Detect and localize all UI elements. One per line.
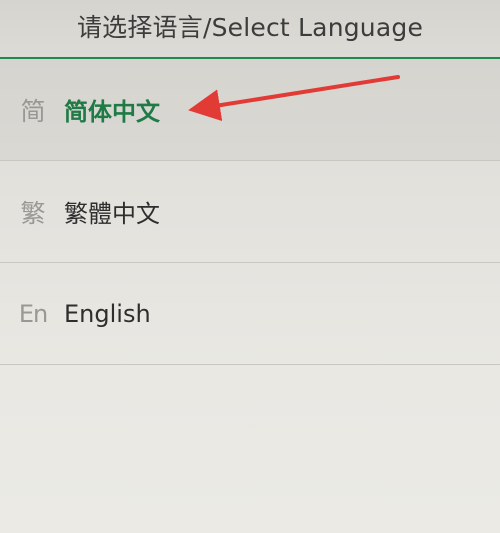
language-list: 简 简体中文 繁 繁體中文 En English [0, 59, 500, 365]
english-icon: En [18, 299, 48, 328]
page-title: 请选择语言/Select Language [76, 12, 424, 42]
language-option-english[interactable]: En English [0, 263, 500, 365]
language-label: 繁體中文 [64, 200, 160, 228]
header: 请选择语言/Select Language [0, 0, 500, 57]
language-option-simplified-chinese[interactable]: 简 简体中文 [0, 59, 500, 161]
language-label: 简体中文 [64, 98, 160, 126]
traditional-chinese-icon: 繁 [20, 198, 46, 228]
simplified-chinese-icon: 简 [20, 96, 46, 126]
language-label: English [64, 299, 151, 328]
language-select-screen: 请选择语言/Select Language 简 简体中文 繁 繁體中文 En E… [0, 0, 500, 533]
language-option-traditional-chinese[interactable]: 繁 繁體中文 [0, 161, 500, 263]
